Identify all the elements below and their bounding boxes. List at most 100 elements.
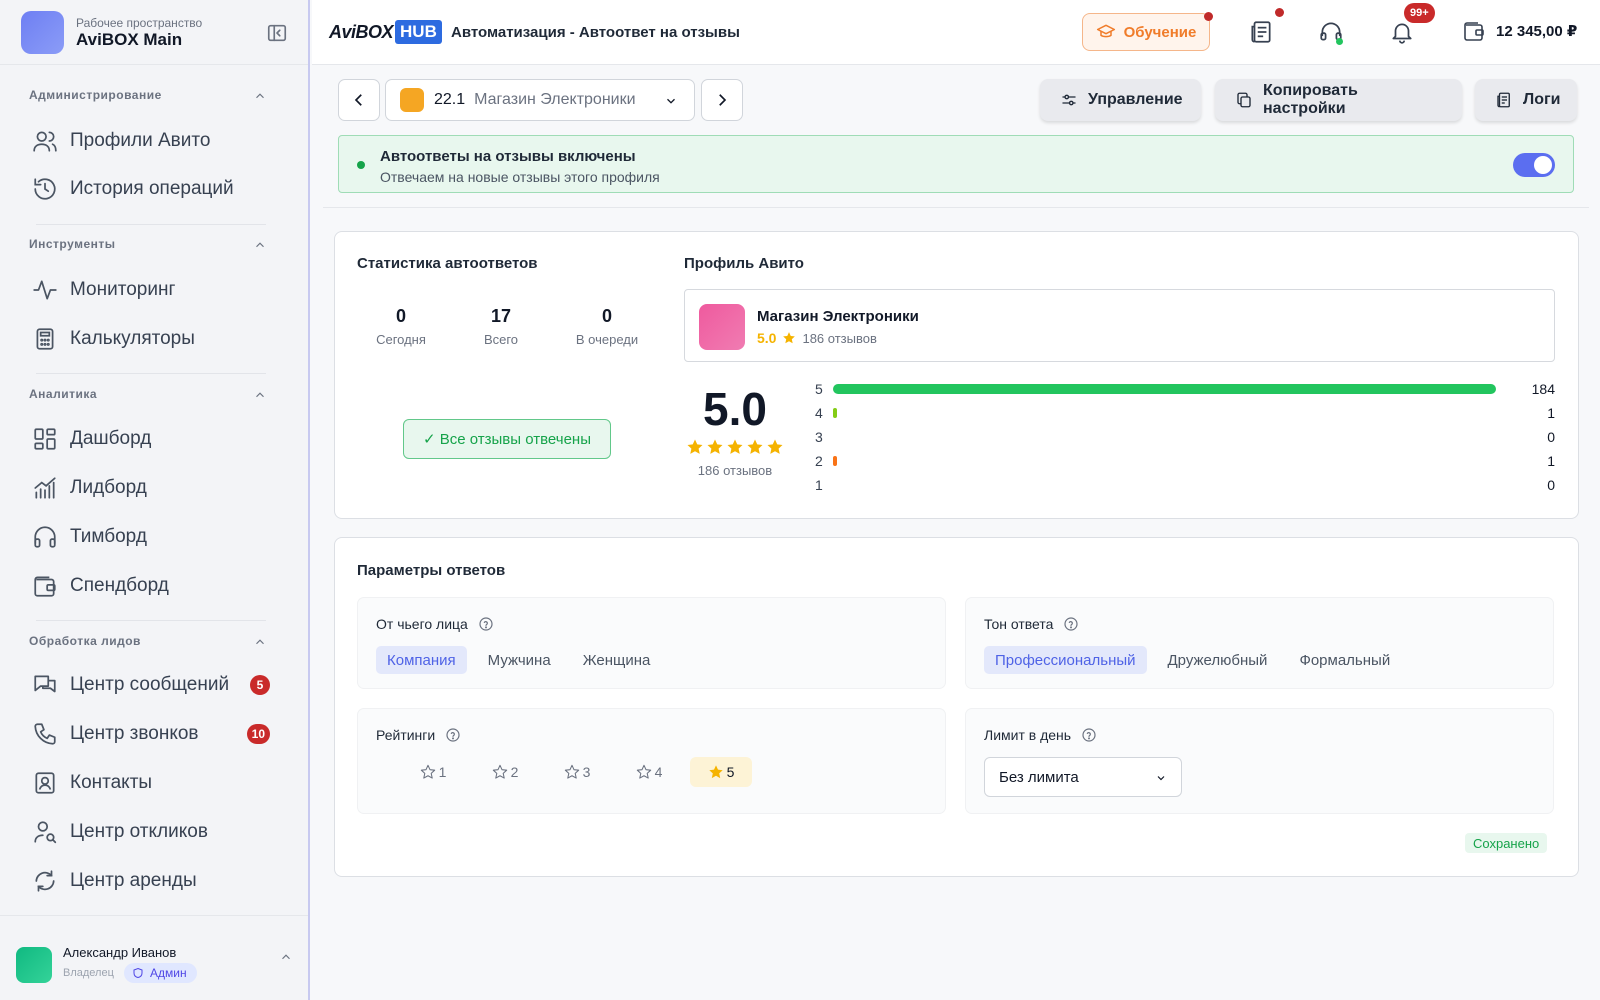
sidebar-item-monitoring[interactable]: Мониторинг xyxy=(22,270,282,310)
sidebar-item-contacts[interactable]: Контакты xyxy=(22,763,282,803)
rating-option-4[interactable]: 4 xyxy=(618,757,680,787)
rating-option-3[interactable]: 3 xyxy=(546,757,608,787)
sidebar-item-label: Калькуляторы xyxy=(70,328,195,349)
sidebar-item-calculators[interactable]: Калькуляторы xyxy=(22,319,282,359)
face-option-female[interactable]: Женщина xyxy=(572,646,662,674)
help-icon[interactable] xyxy=(478,616,494,632)
rating-count: 0 xyxy=(1547,477,1555,493)
sidebar-divider xyxy=(36,620,266,621)
user-menu[interactable]: Александр Иванов Владелец Админ xyxy=(0,915,308,1000)
rating-option-label: 3 xyxy=(582,764,591,780)
rating-option-2[interactable]: 2 xyxy=(474,757,536,787)
avito-profile-card[interactable]: Магазин Электроники 5.0 186 отзывов xyxy=(684,289,1555,362)
sidebar-item-label: Контакты xyxy=(70,772,153,793)
bell-icon[interactable] xyxy=(1389,19,1415,45)
sidebar-item-dashboard[interactable]: Дашборд xyxy=(22,419,282,459)
sidebar-item-leadboard[interactable]: Лидборд xyxy=(22,468,282,508)
profile-name: Магазин Электроники xyxy=(474,91,636,108)
rating-option-1[interactable]: 1 xyxy=(402,757,464,787)
sidebar-item-spendboard[interactable]: Спендборд xyxy=(22,566,282,606)
profile-select[interactable]: 22.1 Магазин Электроники xyxy=(385,79,695,121)
sidebar-item-call-center[interactable]: Центр звонков 10 xyxy=(22,714,282,754)
logo[interactable]: AviBOX HUB xyxy=(329,20,442,44)
tone-option-formal[interactable]: Формальный xyxy=(1288,646,1401,674)
sidebar-collapse-icon[interactable] xyxy=(266,22,288,44)
sidebar-item-avito-profiles[interactable]: Профили Авито xyxy=(22,121,282,161)
params-card xyxy=(334,537,1579,877)
stat-value: 0 xyxy=(601,306,612,326)
tone-label: Тон ответа xyxy=(984,616,1054,632)
tone-option-friendly[interactable]: Дружелюбный xyxy=(1157,646,1279,674)
profile-title: Профиль Авито xyxy=(684,255,804,272)
section-title-leads: Обработка лидов xyxy=(29,634,141,648)
workspace-subtitle: Рабочее пространство xyxy=(76,16,203,30)
learning-button[interactable]: Обучение xyxy=(1082,13,1210,51)
manage-button[interactable]: Управление xyxy=(1040,79,1201,121)
headphones-icon xyxy=(32,524,58,550)
user-search-icon xyxy=(32,819,58,845)
help-icon[interactable] xyxy=(1081,727,1097,743)
chevron-up-icon[interactable] xyxy=(253,388,267,402)
sidebar-item-label: История операций xyxy=(70,178,234,199)
section-title-admin: Администрирование xyxy=(29,88,162,102)
chevron-up-icon[interactable] xyxy=(253,238,267,252)
activity-icon xyxy=(32,277,58,303)
chevron-left-icon xyxy=(350,91,368,109)
chevron-up-icon[interactable] xyxy=(253,89,267,103)
rating-row-2: 2 1 xyxy=(815,451,1555,471)
workspace-switcher[interactable]: Рабочее пространство AviBOX Main xyxy=(0,0,308,65)
section-title-tools: Инструменты xyxy=(29,237,116,251)
star-icon xyxy=(708,764,724,780)
profile-rating: 5.0 186 отзывов xyxy=(757,330,877,346)
prev-profile-button[interactable] xyxy=(338,79,380,121)
sidebar-item-teamboard[interactable]: Тимборд xyxy=(22,517,282,557)
autoreply-toggle[interactable] xyxy=(1513,153,1555,177)
daily-limit-select[interactable]: Без лимита xyxy=(984,757,1182,797)
help-icon[interactable] xyxy=(445,727,461,743)
chart-icon xyxy=(32,475,58,501)
saved-status-badge: Сохранено xyxy=(1465,833,1548,853)
face-option-company[interactable]: Компания xyxy=(376,646,467,674)
dashboard-icon xyxy=(32,426,58,452)
sidebar-item-label: Профили Авито xyxy=(70,130,211,151)
sidebar-item-responses-center[interactable]: Центр откликов xyxy=(22,812,282,852)
chevron-up-icon[interactable] xyxy=(279,950,293,964)
rating-star-label: 3 xyxy=(815,429,823,445)
star-icon xyxy=(782,331,796,345)
tone-heading: Тон ответа xyxy=(984,616,1079,632)
limit-panel: Лимит в день Без лимита xyxy=(966,709,1553,813)
graduation-cap-icon xyxy=(1096,22,1116,42)
tone-option-professional[interactable]: Профессиональный xyxy=(984,646,1147,674)
balance[interactable]: 12 345,00 ₽ xyxy=(1462,19,1577,43)
rating-track xyxy=(833,480,1503,490)
rating-option-5[interactable]: 5 xyxy=(690,757,752,787)
stat-value: 0 xyxy=(395,306,406,326)
rating-track xyxy=(833,432,1503,442)
reviews-count: 186 отзывов xyxy=(802,330,877,346)
sidebar-item-message-center[interactable]: Центр сообщений 5 xyxy=(22,665,282,705)
sidebar-item-label: Мониторинг xyxy=(70,279,176,300)
all-answered-badge: ✓ Все отзывы отвечены xyxy=(403,419,611,459)
rating-row-4: 4 1 xyxy=(815,403,1555,423)
news-icon[interactable] xyxy=(1248,19,1274,45)
next-profile-button[interactable] xyxy=(701,79,743,121)
sidebar-item-rent-center[interactable]: Центр аренды xyxy=(22,861,282,901)
logo-hub: HUB xyxy=(395,20,442,44)
rating-track xyxy=(833,384,1503,394)
stat-today: 0 Сегодня xyxy=(351,306,451,347)
stat-label: Всего xyxy=(483,332,519,347)
rating-star-label: 2 xyxy=(815,453,823,469)
sidebar-item-operations-history[interactable]: История операций xyxy=(22,169,282,209)
copy-settings-button[interactable]: Копировать настройки xyxy=(1215,79,1462,121)
chevron-down-icon xyxy=(664,94,678,108)
face-option-male[interactable]: Мужчина xyxy=(477,646,562,674)
logo-text: AviBOX xyxy=(329,21,394,42)
chevron-up-icon[interactable] xyxy=(253,635,267,649)
shield-icon xyxy=(132,967,144,979)
sidebar-item-label: Дашборд xyxy=(70,428,152,449)
wallet-icon xyxy=(32,573,58,599)
rating-option-label: 2 xyxy=(510,764,519,780)
help-icon[interactable] xyxy=(1063,616,1079,632)
banner-title: Автоответы на отзывы включены xyxy=(380,148,636,165)
logs-button[interactable]: Логи xyxy=(1475,79,1577,121)
